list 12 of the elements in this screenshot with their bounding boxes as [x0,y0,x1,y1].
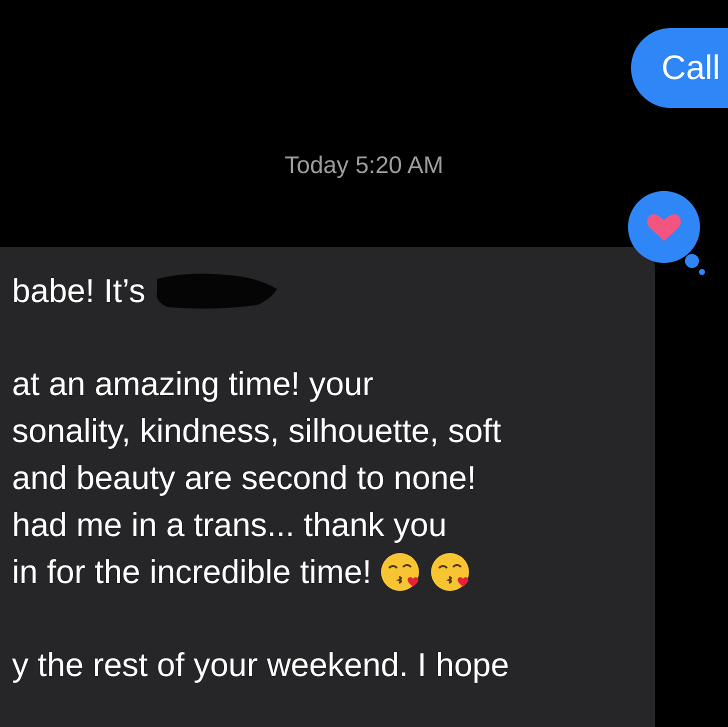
kissing-face-icon [380,550,422,592]
message-text: in for the incredible time! [12,552,372,590]
message-text: had me in a trans... thank you [12,506,447,544]
sent-message-bubble: Call [631,28,728,108]
heart-reaction-icon [626,189,706,275]
message-text: y the rest of your weekend. I hope [12,646,510,684]
message-text: at an amazing time! your [12,364,374,402]
message-text: babe! It’s [12,272,146,310]
kissing-face-icon [430,550,472,592]
message-timestamp: Today 5:20 AM [284,152,444,180]
message-text: sonality, kindness, silhouette, soft [12,412,502,450]
message-text: and beauty are second to none! [12,458,476,496]
